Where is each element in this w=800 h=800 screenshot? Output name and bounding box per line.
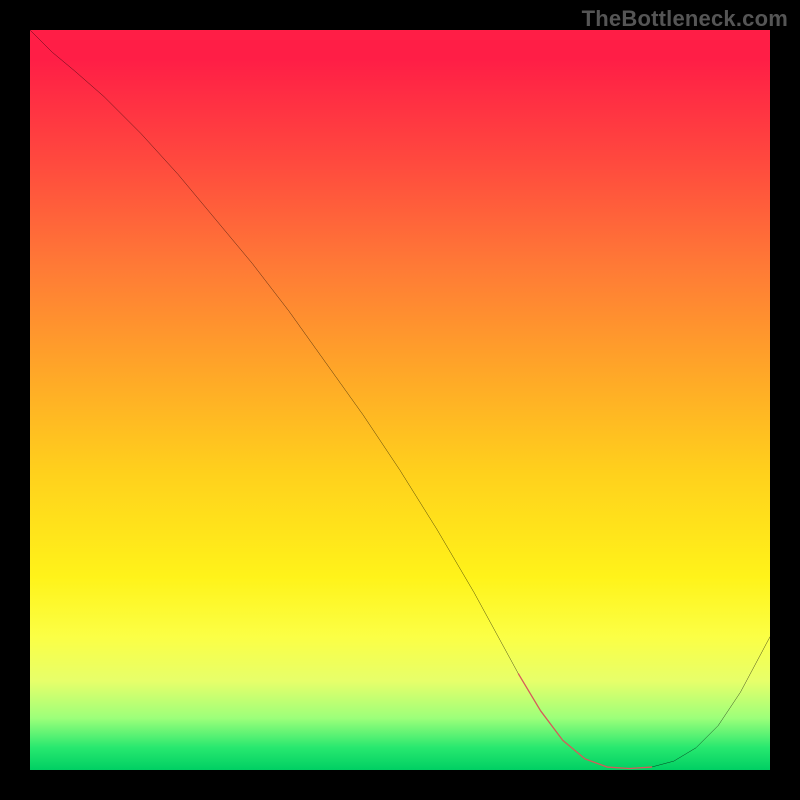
plot-area: [30, 30, 770, 770]
bottleneck-highlight: [518, 674, 651, 769]
chart-stage: TheBottleneck.com: [0, 0, 800, 800]
watermark-text: TheBottleneck.com: [582, 6, 788, 32]
bottleneck-curve: [30, 30, 770, 769]
curve-layer: [30, 30, 770, 770]
